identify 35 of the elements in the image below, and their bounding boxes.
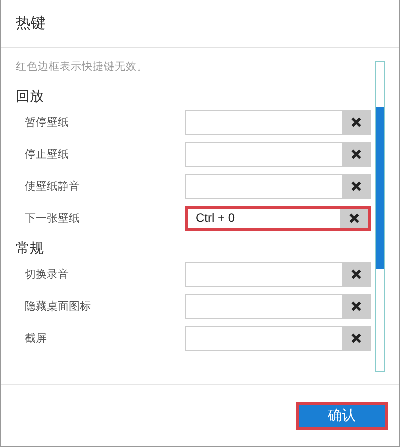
scrollbar[interactable] bbox=[375, 61, 385, 372]
hotkey-label: 暂停壁纸 bbox=[24, 114, 70, 130]
hotkey-field[interactable] bbox=[185, 174, 371, 198]
section-heading: 常规 bbox=[15, 240, 45, 258]
dialog-title: 热键 bbox=[1, 0, 399, 48]
clear-button[interactable] bbox=[342, 174, 370, 198]
clear-button[interactable] bbox=[342, 142, 370, 166]
close-icon bbox=[350, 268, 362, 280]
close-icon bbox=[350, 180, 362, 192]
close-icon bbox=[350, 148, 362, 160]
close-icon bbox=[348, 212, 360, 224]
hotkey-field[interactable] bbox=[185, 142, 371, 166]
hotkey-label: 停止壁纸 bbox=[24, 146, 70, 162]
hotkey-field[interactable] bbox=[185, 262, 371, 286]
clear-button[interactable] bbox=[342, 294, 370, 318]
hotkey-field[interactable] bbox=[185, 294, 371, 318]
section-heading: 回放 bbox=[15, 88, 45, 106]
scrollbar-thumb[interactable] bbox=[376, 107, 384, 269]
hotkey-label: 截屏 bbox=[24, 330, 48, 346]
hotkey-field[interactable]: Ctrl + 0 bbox=[185, 206, 371, 230]
hotkey-label: 下一张壁纸 bbox=[24, 210, 81, 226]
confirm-button[interactable]: 确认 bbox=[296, 402, 388, 430]
hotkey-field[interactable] bbox=[185, 326, 371, 350]
hotkey-label: 使壁纸静音 bbox=[24, 178, 81, 194]
clear-button[interactable] bbox=[342, 110, 370, 134]
close-icon bbox=[350, 332, 362, 344]
hotkey-label: 切换录音 bbox=[24, 266, 70, 282]
close-icon bbox=[350, 300, 362, 312]
hotkey-field[interactable] bbox=[185, 110, 371, 134]
clear-button[interactable] bbox=[342, 326, 370, 350]
hotkey-label: 隐藏桌面图标 bbox=[24, 298, 92, 314]
hint-text: 红色边框表示快捷键无效。 bbox=[15, 60, 149, 75]
clear-button[interactable] bbox=[340, 208, 368, 228]
close-icon bbox=[350, 116, 362, 128]
clear-button[interactable] bbox=[342, 262, 370, 286]
